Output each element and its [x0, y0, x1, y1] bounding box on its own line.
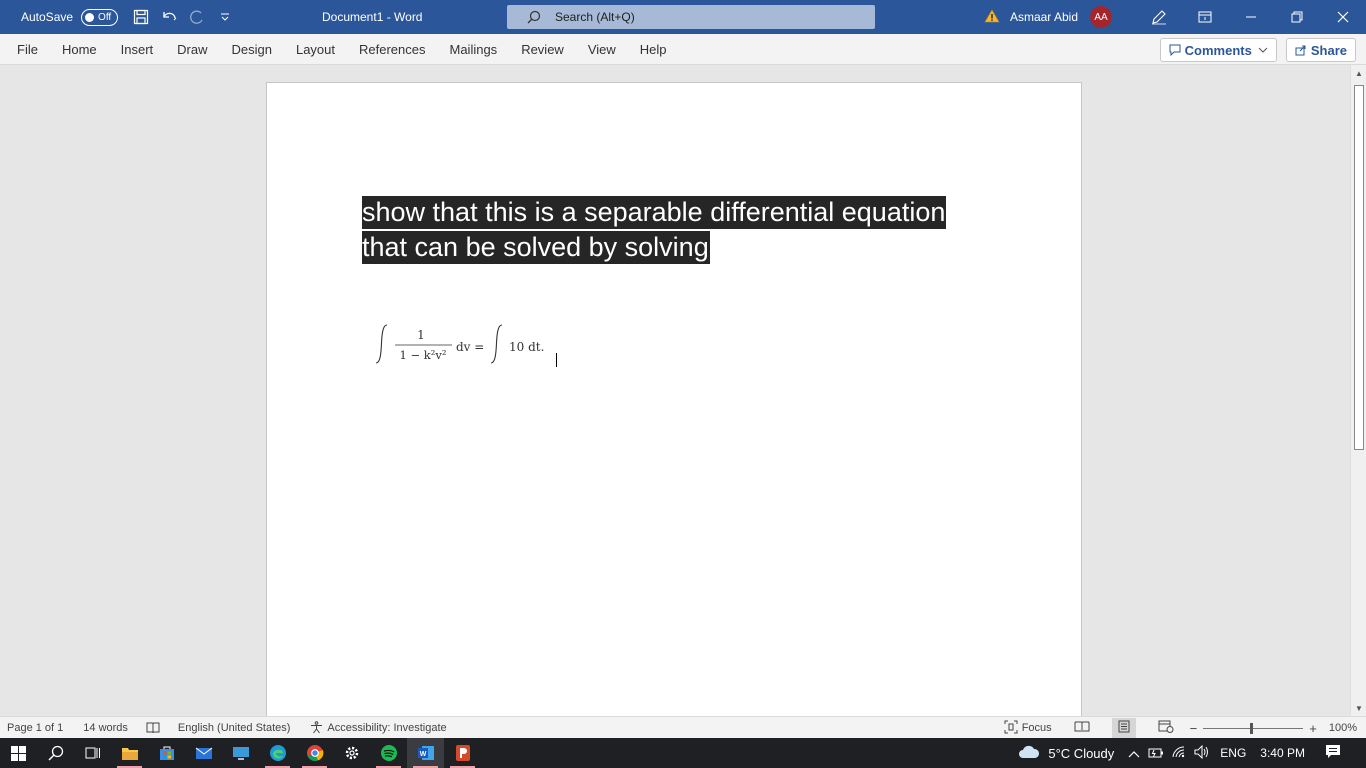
share-button[interactable]: Share [1285, 38, 1356, 62]
tab-mailings[interactable]: Mailings [438, 34, 510, 65]
focus-button[interactable]: Focus [1022, 722, 1052, 734]
right-side: 10 dt. [509, 340, 544, 354]
restore-icon[interactable] [1274, 0, 1320, 34]
cloud-icon[interactable] [1018, 745, 1040, 762]
chrome-icon[interactable] [296, 738, 333, 768]
clock[interactable]: 3:40 PM [1260, 746, 1305, 760]
warning-icon[interactable] [984, 8, 1000, 26]
task-view-icon[interactable] [74, 738, 111, 768]
tab-view[interactable]: View [576, 34, 628, 65]
denominator: 1 − k²v² [400, 348, 447, 362]
autosave-state: Off [98, 11, 112, 23]
customize-quick-access-icon[interactable] [214, 6, 236, 28]
tab-draw[interactable]: Draw [165, 34, 219, 65]
document-page[interactable]: show that this is a separable differenti… [266, 82, 1082, 716]
accessibility-status[interactable]: Accessibility: Investigate [327, 722, 446, 734]
status-bar: Page 1 of 1 14 words English (United Sta… [0, 716, 1366, 738]
document-title: Document1 - Word [322, 10, 423, 24]
settings-icon[interactable] [333, 738, 370, 768]
pen-icon[interactable] [1136, 0, 1182, 34]
web-layout-icon[interactable] [1158, 720, 1174, 736]
save-icon[interactable] [130, 6, 152, 28]
tab-review[interactable]: Review [509, 34, 576, 65]
weather-text[interactable]: 5°C Cloudy [1048, 746, 1114, 761]
app-icon[interactable] [444, 738, 481, 768]
wifi-icon[interactable] [1172, 745, 1186, 761]
close-icon[interactable] [1320, 0, 1366, 34]
text-cursor [556, 353, 557, 367]
scroll-up-icon[interactable]: ▲ [1351, 65, 1366, 81]
ribbon-display-options-icon[interactable] [1182, 0, 1228, 34]
search-placeholder: Search (Alt+Q) [555, 10, 635, 24]
battery-icon[interactable] [1148, 746, 1164, 761]
search-icon[interactable] [37, 738, 74, 768]
toggle-knob [85, 12, 95, 22]
undo-icon[interactable] [158, 6, 180, 28]
autosave-label: AutoSave [21, 10, 74, 24]
svg-text:W: W [419, 751, 426, 758]
ribbon-tabs: File Home Insert Draw Design Layout Refe… [0, 34, 1366, 65]
edge-icon[interactable] [259, 738, 296, 768]
autosave-toggle[interactable]: Off [81, 8, 119, 26]
zoom-level[interactable]: 100% [1329, 722, 1357, 734]
spotify-icon[interactable] [370, 738, 407, 768]
page-count[interactable]: Page 1 of 1 [7, 722, 63, 734]
scroll-thumb[interactable] [1354, 85, 1364, 450]
tab-home[interactable]: Home [50, 34, 109, 65]
vertical-scrollbar[interactable]: ▲ ▼ [1350, 65, 1366, 716]
comment-icon [1169, 44, 1181, 56]
comments-label: Comments [1184, 42, 1252, 58]
scroll-down-icon[interactable]: ▼ [1351, 700, 1366, 716]
share-label: Share [1310, 42, 1347, 58]
windows-start-icon[interactable] [0, 738, 37, 768]
notification-icon[interactable] [1325, 744, 1341, 762]
tab-file[interactable]: File [0, 34, 50, 65]
file-explorer-icon[interactable] [111, 738, 148, 768]
volume-icon[interactable] [1194, 744, 1210, 762]
avatar[interactable]: AA [1090, 6, 1112, 28]
proofing-icon[interactable] [146, 722, 160, 734]
selected-text-line-1[interactable]: show that this is a separable differenti… [362, 196, 947, 229]
accessibility-icon[interactable] [310, 721, 323, 734]
comments-button[interactable]: Comments [1159, 38, 1277, 62]
system-tray: 5°C Cloudy ENG 3:40 PM [1018, 738, 1366, 768]
read-mode-icon[interactable] [1074, 721, 1090, 736]
store-icon[interactable] [148, 738, 185, 768]
search-box[interactable]: Search (Alt+Q) [507, 5, 875, 29]
zoom-in-icon[interactable]: + [1309, 721, 1317, 736]
zoom-slider-thumb[interactable] [1250, 722, 1254, 734]
title-bar: AutoSave Off Document1 - Word Search (Al… [0, 0, 1366, 34]
print-layout-icon[interactable] [1111, 718, 1136, 738]
language-status[interactable]: English (United States) [178, 722, 291, 734]
tab-layout[interactable]: Layout [284, 34, 347, 65]
mail-icon[interactable] [185, 738, 222, 768]
zoom-slider[interactable] [1203, 722, 1304, 734]
tab-references[interactable]: References [347, 34, 437, 65]
word-count[interactable]: 14 words [83, 722, 128, 734]
selected-text-line-2[interactable]: that can be solved by solving [362, 231, 710, 264]
remote-desktop-icon[interactable] [222, 738, 259, 768]
user-name[interactable]: Asmaar Abid [1010, 10, 1078, 24]
input-language[interactable]: ENG [1220, 746, 1246, 760]
zoom-out-icon[interactable]: − [1190, 721, 1198, 736]
left-differential: dv = [456, 340, 484, 354]
tab-help[interactable]: Help [628, 34, 679, 65]
tab-insert[interactable]: Insert [109, 34, 166, 65]
integral-equation[interactable]: 1 1 − k²v² dv = 10 dt. [374, 321, 554, 373]
taskbar: W 5°C Cloudy ENG 3:40 PM [0, 738, 1366, 768]
numerator: 1 [417, 328, 425, 342]
word-icon[interactable]: W [407, 738, 444, 768]
document-canvas[interactable]: show that this is a separable differenti… [0, 65, 1350, 716]
minimize-icon[interactable] [1228, 0, 1274, 34]
tab-design[interactable]: Design [220, 34, 284, 65]
redo-icon[interactable] [186, 6, 208, 28]
focus-icon[interactable] [1004, 720, 1018, 737]
search-icon [527, 10, 541, 24]
share-icon [1295, 45, 1306, 56]
chevron-up-icon[interactable] [1128, 746, 1140, 761]
chevron-down-icon [1258, 47, 1268, 53]
